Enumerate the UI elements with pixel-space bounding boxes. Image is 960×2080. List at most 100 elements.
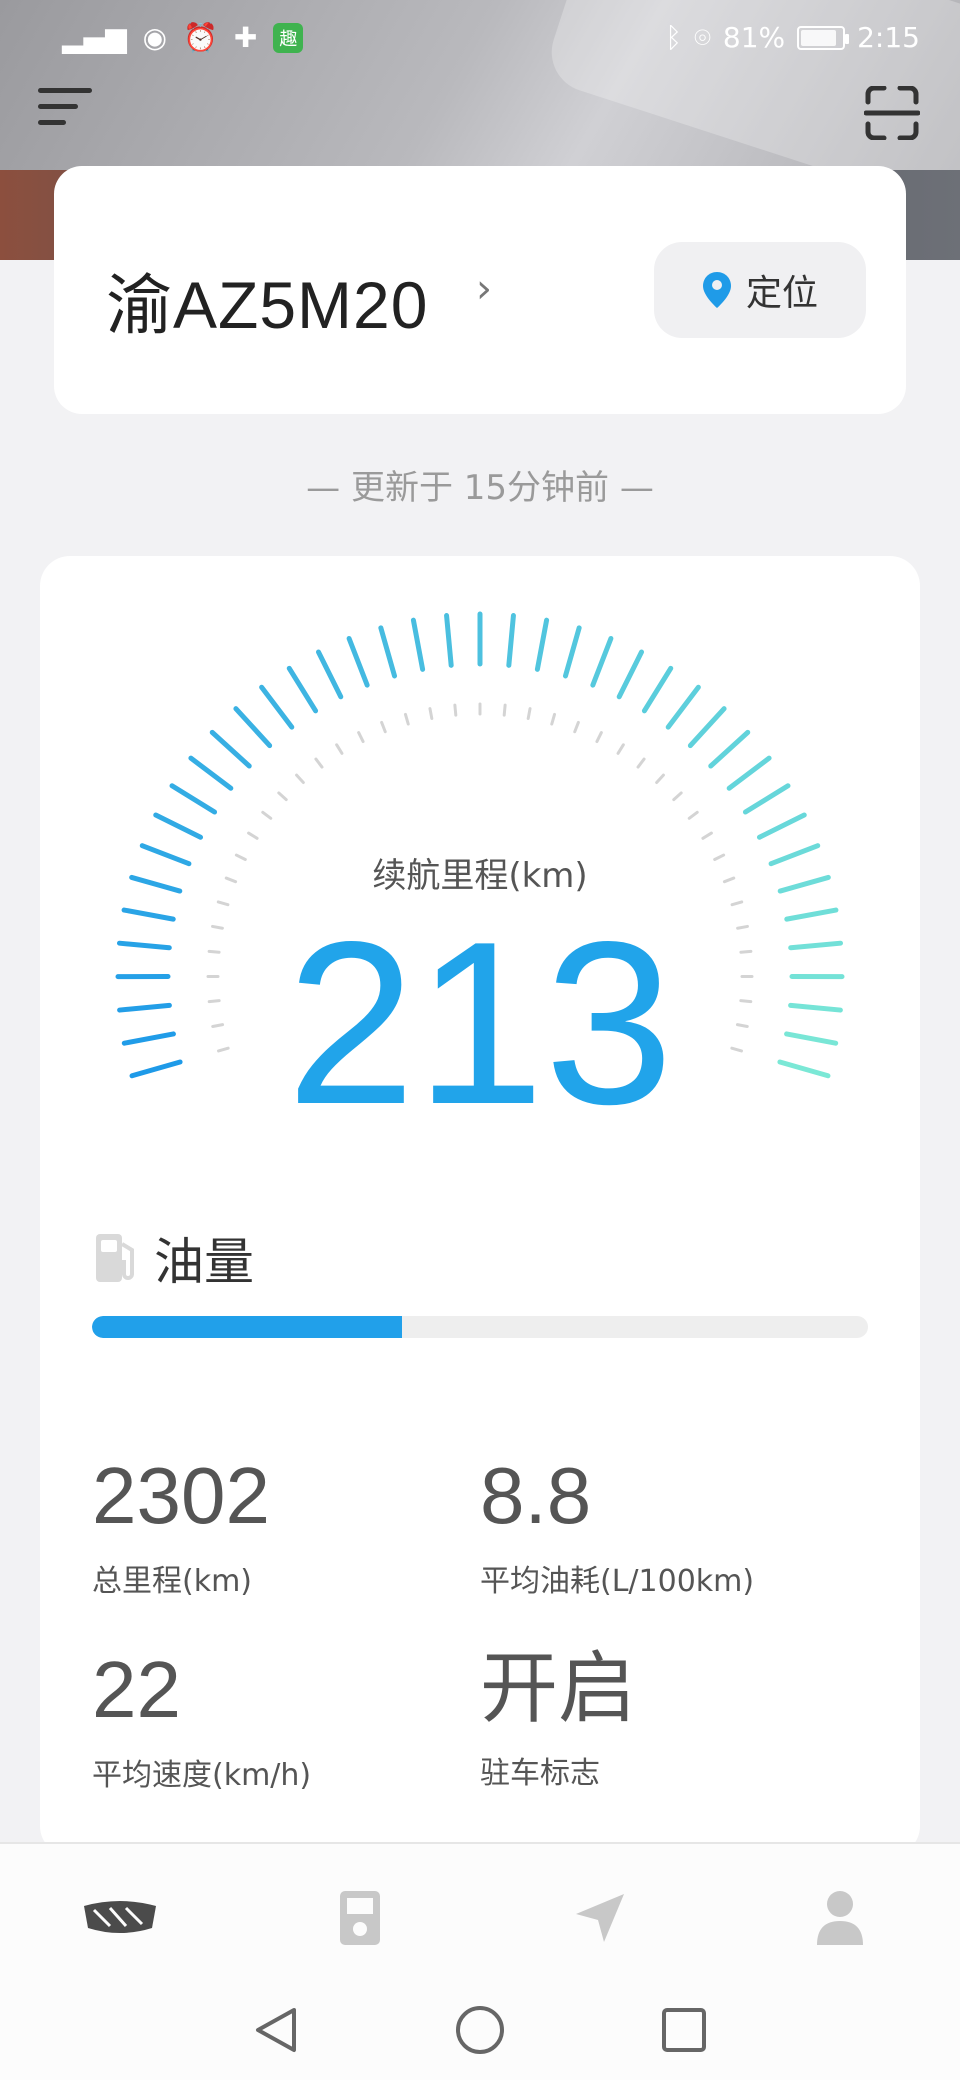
tab-profile[interactable] (800, 1878, 880, 1958)
app-badge-icon: 趣 (273, 23, 304, 53)
navigation-icon (576, 1894, 624, 1942)
scan-icon[interactable] (864, 86, 920, 140)
gauge-major-tick (410, 617, 426, 672)
locate-button[interactable]: 定位 (654, 242, 866, 338)
gauge-major-tick (708, 729, 751, 769)
gauge-major-tick (378, 625, 398, 679)
gauge-major-tick (756, 812, 807, 840)
clock: 2:15 (857, 21, 920, 54)
locate-label: 定位 (745, 273, 818, 314)
gauge-major-tick (209, 729, 252, 769)
tab-vehicle[interactable] (80, 1878, 160, 1958)
gauge-minor-tick (295, 773, 305, 785)
eye-icon: ◉ (142, 21, 168, 54)
tab-device[interactable] (320, 1878, 400, 1958)
location-pin-icon (702, 272, 731, 308)
gauge-minor-tick (502, 703, 507, 717)
gauge-minor-tick (277, 791, 288, 802)
gauge-minor-tick (526, 707, 532, 720)
total-mileage-label: 总里程(km) (92, 1564, 253, 1599)
avg-fuel-label: 平均油耗(L/100km) (480, 1564, 755, 1599)
status-right: ᛒ ⌾ 81% 2:15 (665, 22, 920, 54)
chevron-right-icon[interactable]: › (476, 266, 492, 312)
avg-fuel-stat: 8.8 平均油耗(L/100km) (480, 1456, 754, 1600)
gauge-major-tick (346, 635, 370, 688)
status-left: ▂▄▆ ◉ ⏰ ✚ 趣 (62, 21, 304, 54)
range-value: 213 (286, 894, 674, 1153)
profile-icon (817, 1891, 863, 1945)
fuel-title: 油量 (154, 1233, 254, 1291)
avg-speed-stat: 22 平均速度(km/h) (92, 1650, 311, 1794)
gauge-minor-tick (314, 757, 324, 769)
gauge-major-tick (506, 613, 516, 668)
gauge-minor-tick (380, 720, 387, 734)
gauge-minor-tick (247, 831, 259, 840)
gauge-minor-tick (672, 791, 683, 802)
gauge-minor-tick (687, 810, 699, 820)
plate-number[interactable]: 渝AZ5M20 (106, 252, 428, 348)
gauge-major-tick (153, 812, 204, 840)
gauge-minor-tick (595, 731, 603, 744)
gauge-minor-tick (573, 720, 580, 734)
gauge-minor-tick (261, 810, 273, 820)
bluetooth-icon: ᛒ (665, 21, 683, 54)
parking-stat: 开启 驻车标志 (480, 1650, 636, 1792)
battery-icon (797, 26, 850, 50)
gauge-minor-tick (357, 731, 365, 744)
avg-speed-label: 平均速度(km/h) (92, 1758, 312, 1793)
gauge-major-tick (534, 617, 550, 672)
back-icon[interactable] (248, 2002, 304, 2058)
menu-icon[interactable] (38, 88, 98, 134)
gauge-major-tick (665, 684, 701, 730)
vehicle-card: 渝AZ5M20 › 定位 (54, 166, 906, 414)
gauge-minor-tick (655, 773, 665, 785)
tab-navigation[interactable] (560, 1878, 640, 1958)
fuel-pump-icon (96, 1234, 134, 1282)
gauge-major-tick (616, 649, 645, 700)
home-icon[interactable] (452, 2002, 508, 2058)
alarm-icon: ⏰ (183, 21, 218, 54)
vehicle-status-card: 续航里程(km) 213 油量 2302 总里程(km) 8.8 平均油耗(L/… (40, 556, 920, 1856)
fuel-level-bar (92, 1316, 868, 1338)
gauge-major-tick (562, 625, 582, 679)
battery-percent: 81% (722, 21, 786, 54)
gauge-major-tick (641, 665, 674, 714)
location-icon: ⌾ (694, 21, 711, 54)
recents-icon[interactable] (656, 2002, 712, 2058)
total-mileage-stat: 2302 总里程(km) (92, 1456, 270, 1600)
gauge-minor-tick (636, 757, 646, 769)
gauge-minor-tick (335, 743, 344, 755)
fuel-header: 油量 (92, 1222, 254, 1294)
gauge-minor-tick (453, 703, 458, 717)
avg-fuel-value: 8.8 (480, 1451, 592, 1540)
gauge-major-tick (726, 755, 772, 791)
notification-icon: ✚ (233, 21, 258, 54)
gauge-minor-tick (403, 712, 410, 726)
car-brand-icon (84, 1901, 156, 1933)
gauge-minor-tick (616, 743, 625, 755)
gauge-major-tick (233, 706, 273, 749)
fuel-level-fill (92, 1316, 403, 1338)
status-bar: ▂▄▆ ◉ ⏰ ✚ 趣 ᛒ ⌾ 81% 2:15 (0, 0, 960, 80)
gauge-minor-tick (701, 831, 713, 840)
gauge-minor-tick (216, 900, 230, 907)
avg-speed-value: 22 (92, 1645, 181, 1734)
gauge-minor-tick (428, 707, 434, 720)
gauge-major-tick (687, 706, 727, 749)
gauge-major-tick (169, 783, 218, 815)
signal-icon: ▂▄▆ (62, 21, 127, 54)
gauge-major-tick (590, 635, 614, 688)
parking-value: 开启 (480, 1644, 637, 1734)
gauge-major-tick (315, 649, 344, 700)
gauge-major-tick (188, 755, 234, 791)
total-mileage-value: 2302 (92, 1451, 270, 1540)
system-nav-bar (0, 1980, 960, 2080)
gauge-major-tick (259, 684, 295, 730)
gauge-major-tick (444, 613, 454, 668)
device-icon (340, 1891, 380, 1945)
gauge-minor-tick (550, 712, 557, 726)
gauge-major-tick (742, 783, 791, 815)
bottom-tab-bar (0, 1842, 960, 2002)
updated-time: — 更新于 15分钟前 — (306, 468, 654, 508)
gauge-minor-tick (730, 900, 744, 907)
